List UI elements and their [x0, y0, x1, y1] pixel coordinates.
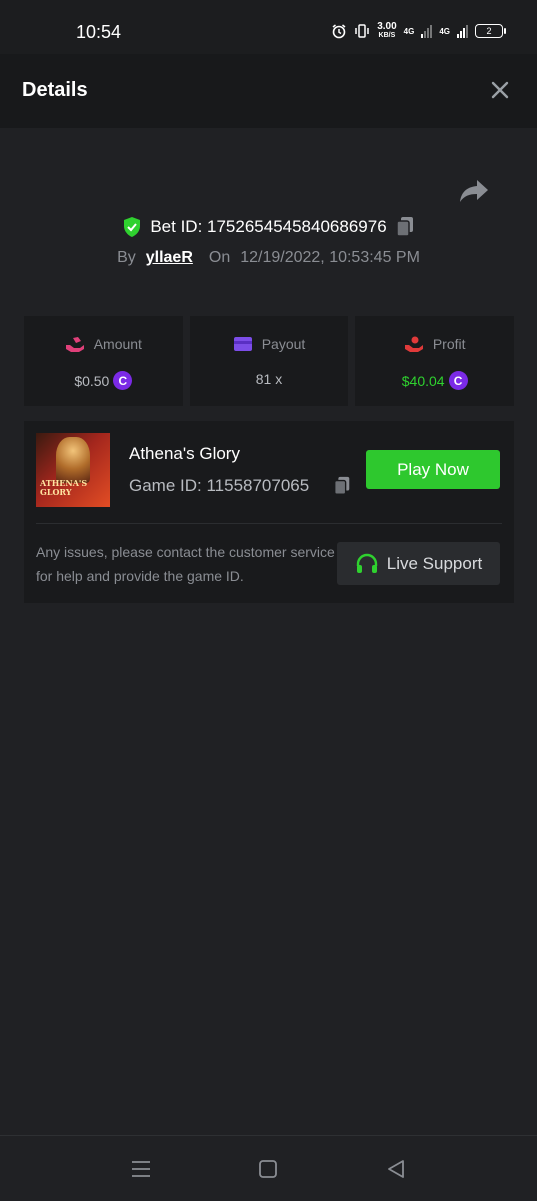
menu-icon[interactable] [130, 1158, 152, 1180]
alarm-icon [332, 24, 346, 39]
athena-figure-image [56, 437, 90, 483]
system-nav-bar [0, 1135, 537, 1201]
battery-level: 2 [486, 26, 492, 36]
live-support-label: Live Support [386, 553, 483, 573]
stat-profit: Profit $40.04 C [355, 316, 515, 406]
status-time: 10:54 [76, 22, 122, 42]
verified-shield-icon [124, 217, 141, 237]
profit-label: Profit [432, 336, 466, 352]
copy-bet-id-icon[interactable] [395, 216, 415, 238]
home-icon[interactable] [257, 1158, 279, 1180]
stat-payout-label-row: Payout [190, 336, 349, 352]
game-id: Game ID: 11558707065 [129, 476, 310, 495]
back-icon[interactable] [385, 1158, 407, 1180]
stat-profit-label-row: Profit [355, 336, 514, 352]
bet-stats: Amount $0.50 C Payout 81 x Profit $40.04… [24, 316, 515, 406]
signal-1-icon [421, 24, 433, 38]
thumbnail-logo-text: ATHENA'S GLORY [40, 478, 88, 497]
payout-label: Payout [261, 336, 306, 352]
stat-profit-value-row: $40.04 C [355, 371, 514, 390]
divider [36, 523, 502, 524]
bet-meta-row: By yllaeR On 12/19/2022, 10:53:45 PM [0, 249, 537, 267]
close-icon[interactable] [488, 78, 512, 102]
by-label: By [117, 249, 136, 266]
stat-amount-label-row: Amount [24, 336, 183, 352]
amount-value: $0.50 [74, 372, 110, 389]
stat-payout-value-row: 81 x [190, 371, 349, 387]
status-bar: 10:54 3.00 KB/S 4G 4G 2 [0, 0, 537, 54]
on-label: On [208, 249, 231, 266]
play-now-button[interactable]: Play Now [366, 450, 500, 489]
wallet-card-icon [233, 337, 252, 351]
coin-icon: C [113, 371, 133, 390]
battery-icon: 2 [475, 24, 506, 38]
payout-value: 81 x [255, 371, 283, 387]
network-speed: 3.00 KB/S [377, 22, 396, 40]
stat-amount: Amount $0.50 C [24, 316, 183, 406]
support-message: Any issues, please contact the customer … [36, 544, 335, 584]
bet-id-row: Bet ID: 1752654545840686976 [0, 216, 537, 238]
network-type-1: 4G [403, 26, 415, 36]
speed-unit: KB/S [378, 32, 396, 39]
game-thumbnail[interactable]: ATHENA'S GLORY [36, 433, 110, 507]
bet-datetime: 12/19/2022, 10:53:45 PM [240, 249, 420, 266]
username-link[interactable]: yllaeR [146, 249, 193, 267]
profit-value: $40.04 [401, 372, 445, 389]
coin-icon: C [448, 371, 468, 390]
bet-id: Bet ID: 1752654545840686976 [150, 217, 387, 236]
game-card: ATHENA'S GLORY Athena's Glory Game ID: 1… [24, 421, 514, 603]
speed-value: 3.00 [377, 21, 397, 32]
profit-hand-icon [404, 336, 423, 352]
status-icons: 3.00 KB/S 4G 4G 2 [331, 22, 506, 40]
copy-game-id-icon[interactable] [332, 476, 352, 496]
details-header: Details [0, 54, 537, 128]
stat-payout: Payout 81 x [189, 316, 349, 406]
page-title: Details [22, 79, 88, 101]
stat-amount-value-row: $0.50 C [24, 371, 183, 390]
signal-2-icon [457, 24, 468, 38]
live-support-button[interactable]: Live Support [337, 542, 500, 585]
vibrate-icon [355, 24, 369, 38]
headset-icon [356, 553, 377, 573]
hand-coins-icon [65, 337, 84, 352]
network-type-2: 4G [439, 26, 450, 36]
game-name: Athena's Glory [129, 444, 240, 463]
amount-label: Amount [93, 336, 142, 352]
share-icon[interactable] [459, 178, 489, 204]
